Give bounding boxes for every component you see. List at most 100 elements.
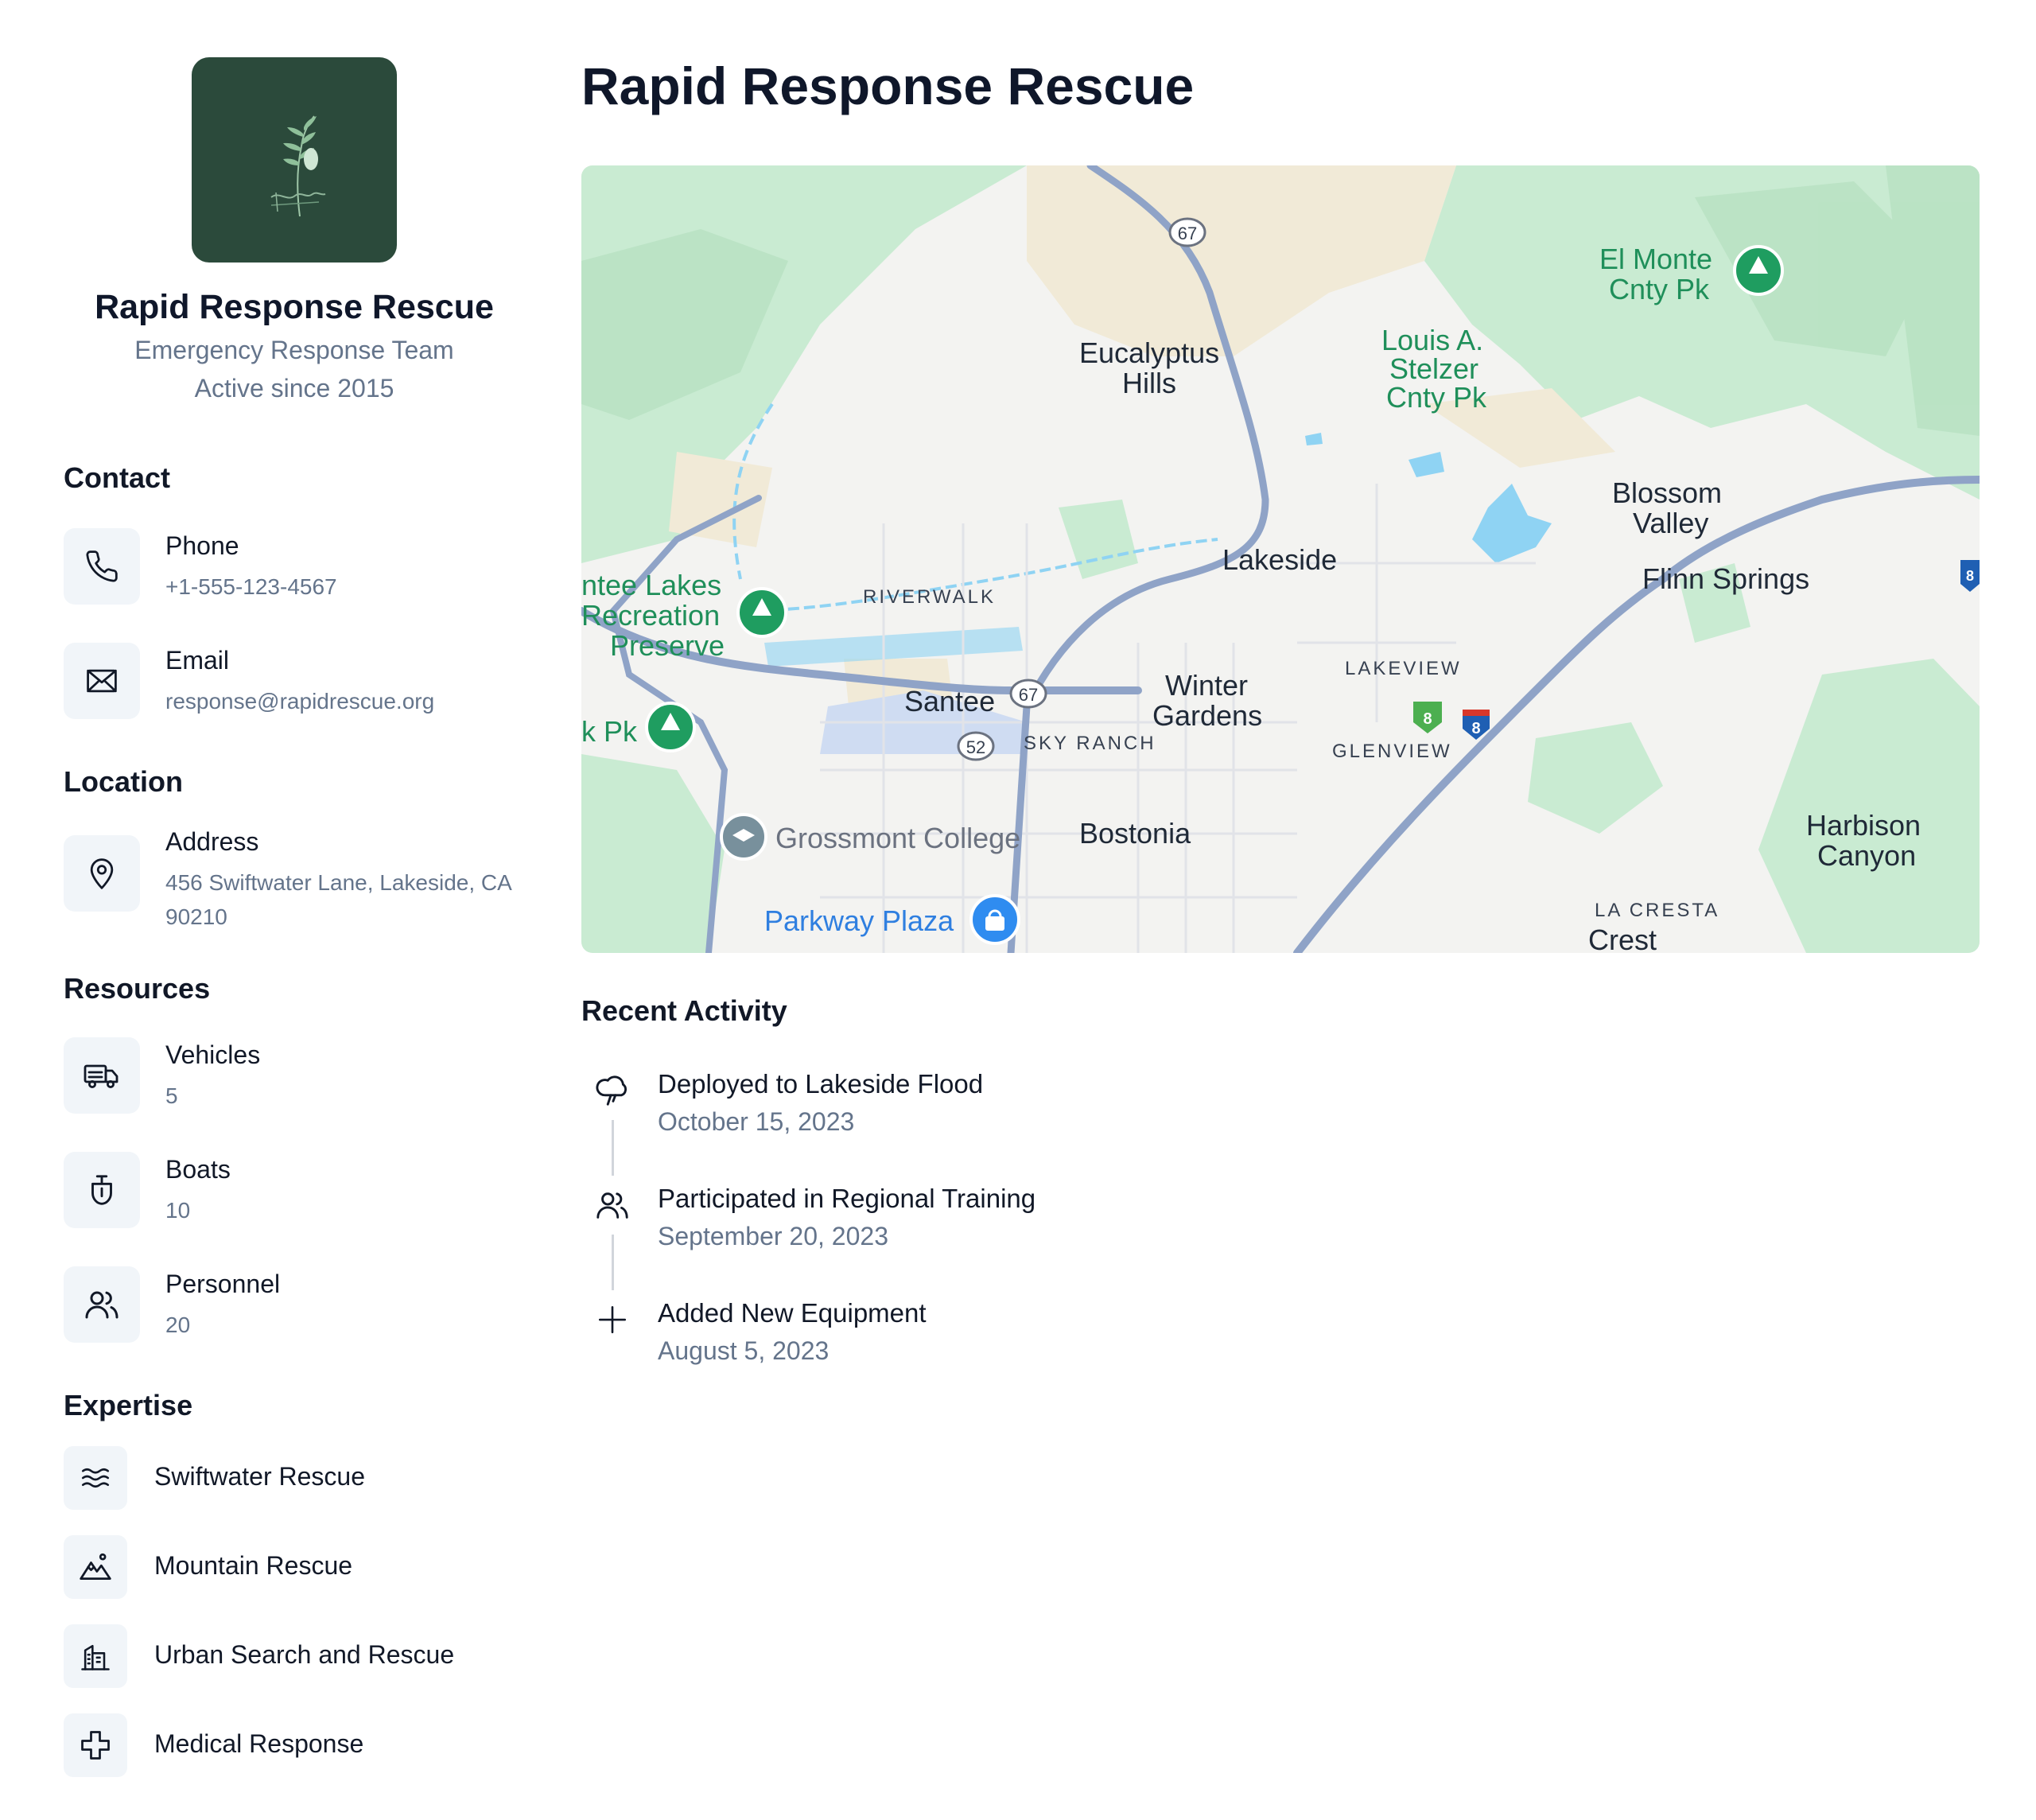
location-map[interactable]: 67 67 52 8 8 8 El Monte Cnty Pk Eucalypt…	[581, 165, 1980, 953]
svg-text:Blossom: Blossom	[1612, 476, 1722, 509]
resources-section-title: Resources	[64, 972, 211, 1005]
park-pin-mission-trails[interactable]	[736, 587, 787, 638]
waves-icon	[64, 1446, 127, 1510]
expertise-label: Swiftwater Rescue	[154, 1462, 365, 1491]
svg-text:8: 8	[1966, 568, 1974, 584]
expertise-label: Mountain Rescue	[154, 1551, 353, 1580]
svg-text:RIVERWALK: RIVERWALK	[863, 586, 996, 608]
location-section-title: Location	[64, 765, 183, 798]
timeline-connector	[612, 1120, 614, 1176]
resource-personnel: Personnel 20	[64, 1266, 525, 1346]
page-title: Rapid Response Rescue	[581, 56, 1195, 115]
svg-text:Cnty Pk: Cnty Pk	[1386, 381, 1487, 414]
svg-text:LA CRESTA: LA CRESTA	[1595, 900, 1719, 921]
svg-text:Gardens: Gardens	[1152, 699, 1262, 732]
expertise-label: Medical Response	[154, 1729, 364, 1758]
svg-text:Canyon: Canyon	[1817, 839, 1916, 872]
medical-cross-icon	[64, 1713, 127, 1777]
svg-text:Flinn Springs: Flinn Springs	[1642, 562, 1809, 595]
svg-text:8: 8	[1471, 720, 1480, 737]
org-name: Rapid Response Rescue	[95, 288, 494, 326]
expertise-medical: Medical Response	[64, 1713, 525, 1779]
boat-icon	[64, 1152, 140, 1228]
email-label: Email	[165, 646, 230, 675]
svg-text:Santee: Santee	[904, 685, 995, 718]
resource-vehicles: Vehicles 5	[64, 1037, 525, 1117]
expertise-urban: Urban Search and Rescue	[64, 1624, 525, 1690]
svg-text:Hills: Hills	[1122, 367, 1176, 399]
email-value[interactable]: response@rapidrescue.org	[165, 684, 523, 718]
expertise-swiftwater: Swiftwater Rescue	[64, 1446, 525, 1511]
phone-icon	[64, 528, 140, 605]
map-pin-icon	[64, 835, 140, 912]
map-canvas: 67 67 52 8 8 8 El Monte Cnty Pk Eucalypt…	[581, 165, 1980, 953]
svg-text:Harbison: Harbison	[1806, 809, 1921, 842]
contact-phone[interactable]: Phone +1-555-123-4567	[64, 528, 525, 608]
svg-text:k Pk: k Pk	[581, 715, 638, 748]
org-type: Emergency Response Team	[134, 336, 454, 364]
svg-text:Crest: Crest	[1588, 924, 1657, 953]
svg-text:Stelzer: Stelzer	[1389, 352, 1478, 385]
address-label: Address	[165, 827, 259, 856]
contact-email[interactable]: Email response@rapidrescue.org	[64, 643, 525, 722]
svg-text:Winter: Winter	[1165, 669, 1248, 702]
expertise-section-title: Expertise	[64, 1389, 193, 1421]
route-67-south: 67	[1009, 679, 1047, 709]
vehicles-count: 5	[165, 1083, 178, 1108]
truck-icon	[64, 1037, 140, 1114]
phone-value[interactable]: +1-555-123-4567	[165, 570, 523, 604]
route-52: 52	[957, 731, 995, 761]
address-value[interactable]: 456 Swiftwater Lane, Lakeside, CA 90210	[165, 865, 515, 934]
building-icon	[64, 1624, 127, 1688]
activity-label: Deployed to Lakeside Flood	[658, 1069, 984, 1099]
route-67-north: 67	[1168, 217, 1206, 247]
users-icon	[591, 1184, 634, 1227]
svg-text:Eucalyptus: Eucalyptus	[1079, 336, 1219, 369]
shopping-pin[interactable]	[969, 894, 1020, 945]
svg-text:Valley: Valley	[1633, 507, 1708, 539]
svg-text:ntee Lakes: ntee Lakes	[581, 569, 721, 601]
mail-icon	[64, 643, 140, 719]
svg-text:Preserve: Preserve	[610, 629, 725, 662]
activity-date: September 20, 2023	[658, 1222, 888, 1250]
expertise-label: Urban Search and Rescue	[154, 1640, 455, 1669]
mountain-icon	[64, 1535, 127, 1599]
svg-text:8: 8	[1423, 710, 1432, 728]
svg-text:LAKEVIEW: LAKEVIEW	[1345, 658, 1462, 679]
users-icon	[64, 1266, 140, 1343]
boats-count: 10	[165, 1198, 191, 1223]
activity-item: Participated in Regional Training Septem…	[581, 1177, 1297, 1290]
boats-label: Boats	[165, 1155, 231, 1184]
activity-label: Participated in Regional Training	[658, 1184, 1036, 1213]
svg-text:Lakeside: Lakeside	[1222, 543, 1337, 576]
svg-text:67: 67	[1178, 224, 1197, 243]
contact-section-title: Contact	[64, 461, 170, 494]
activity-item: Added New Equipment August 5, 2023	[581, 1292, 1297, 1403]
college-pin[interactable]	[720, 813, 767, 861]
park-pin-west[interactable]	[645, 702, 696, 752]
svg-text:Grossmont College: Grossmont College	[775, 822, 1020, 854]
svg-text:52: 52	[966, 737, 985, 757]
timeline-connector	[612, 1235, 614, 1290]
activity-item: Deployed to Lakeside Flood October 15, 2…	[581, 1063, 1297, 1176]
location-address[interactable]: Address 456 Swiftwater Lane, Lakeside, C…	[64, 824, 525, 935]
personnel-count: 20	[165, 1312, 191, 1337]
activity-date: October 15, 2023	[658, 1107, 855, 1136]
phone-label: Phone	[165, 531, 239, 560]
expertise-mountain: Mountain Rescue	[64, 1535, 525, 1600]
park-pin-el-monte[interactable]	[1733, 245, 1784, 296]
svg-text:SKY RANCH: SKY RANCH	[1024, 733, 1156, 754]
svg-text:El Monte: El Monte	[1599, 243, 1712, 275]
plus-icon	[591, 1298, 634, 1341]
personnel-label: Personnel	[165, 1270, 281, 1298]
resource-boats: Boats 10	[64, 1152, 525, 1231]
svg-text:67: 67	[1019, 685, 1038, 705]
fern-leaf-logo-icon	[270, 115, 326, 217]
org-logo	[192, 57, 397, 262]
cloud-rain-icon	[591, 1069, 634, 1112]
activity-section-title: Recent Activity	[581, 994, 787, 1027]
svg-text:Cnty Pk: Cnty Pk	[1609, 273, 1710, 305]
svg-text:Bostonia: Bostonia	[1079, 817, 1191, 850]
activity-label: Added New Equipment	[658, 1298, 927, 1328]
activity-date: August 5, 2023	[658, 1336, 830, 1365]
